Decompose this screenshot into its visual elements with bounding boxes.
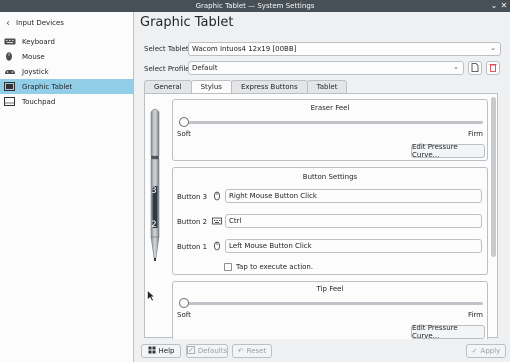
sidebar-item-joystick[interactable]: Joystick bbox=[0, 64, 133, 79]
apply-button-label: Apply bbox=[480, 347, 501, 355]
joystick-icon bbox=[4, 67, 16, 76]
close-icon[interactable]: ✕ bbox=[499, 1, 509, 11]
checkmark-icon: ✓ bbox=[471, 347, 478, 355]
defaults-button-label: Defaults bbox=[197, 347, 228, 355]
button-settings-group: Button Settings Button 3 Right Mouse But… bbox=[172, 167, 488, 275]
mouse-icon bbox=[213, 241, 221, 253]
apply-button[interactable]: ✓ Apply bbox=[466, 344, 506, 358]
tablet-icon bbox=[4, 82, 16, 91]
select-profile-combo[interactable]: Default ⌄ bbox=[188, 61, 464, 75]
sidebar-item-keyboard[interactable]: Keyboard bbox=[0, 34, 133, 49]
pen-button-2-number: 2 bbox=[151, 220, 157, 230]
sidebar-header-label: Input Devices bbox=[16, 19, 64, 27]
sidebar-item-touchpad[interactable]: Touchpad bbox=[0, 94, 133, 109]
eraser-firm-label: Firm bbox=[467, 130, 483, 138]
select-tablet-combo[interactable]: Wacom Intuos4 12x19 [00BB] ⌄ bbox=[188, 42, 501, 56]
help-icon bbox=[148, 346, 156, 356]
back-arrow-icon[interactable]: ‹ bbox=[6, 18, 10, 29]
tip-edit-pressure-curve-button[interactable]: Edit Pressure Curve... bbox=[411, 324, 485, 340]
defaults-icon bbox=[186, 346, 195, 356]
minimize-icon[interactable]: ⌄ bbox=[489, 1, 499, 11]
tip-soft-label: Soft bbox=[177, 311, 191, 319]
pen-button-3-number: 3 bbox=[151, 186, 157, 196]
button-2-label: Button 2 bbox=[177, 218, 208, 226]
button-3-action-field[interactable]: Right Mouse Button Click bbox=[225, 189, 482, 203]
select-profile-value: Default bbox=[192, 64, 218, 72]
keyboard-icon bbox=[212, 216, 222, 228]
eraser-slider-track[interactable] bbox=[179, 121, 483, 124]
page-title: Graphic Tablet bbox=[140, 15, 234, 30]
eraser-feel-group: Eraser Feel Soft Firm Edit Pressure Curv… bbox=[172, 99, 488, 161]
button-1-label: Button 1 bbox=[177, 243, 208, 251]
mouse-icon bbox=[213, 191, 221, 203]
tab-bar: General Stylus Express Buttons Tablet bbox=[144, 80, 348, 93]
tab-general[interactable]: General bbox=[144, 80, 192, 93]
reset-button-label: Reset bbox=[246, 347, 267, 355]
button-2-action-value: Ctrl bbox=[229, 217, 242, 225]
select-profile-label: Select Profile: bbox=[144, 65, 192, 73]
help-button-label: Help bbox=[158, 347, 175, 355]
button-3-action-value: Right Mouse Button Click bbox=[229, 192, 317, 200]
eraser-edit-pressure-curve-button[interactable]: Edit Pressure Curve... bbox=[411, 143, 485, 159]
sidebar-item-label: Joystick bbox=[22, 67, 49, 76]
tip-slider-track[interactable] bbox=[179, 302, 483, 305]
sidebar-item-graphic-tablet[interactable]: Graphic Tablet bbox=[0, 79, 133, 94]
window-title: Graphic Tablet — System Settings bbox=[195, 2, 315, 10]
touchpad-icon bbox=[4, 97, 16, 106]
eraser-feel-title: Eraser Feel bbox=[310, 104, 350, 112]
mouse-icon bbox=[4, 52, 16, 61]
new-profile-button[interactable] bbox=[468, 61, 482, 75]
tip-slider-handle[interactable] bbox=[179, 298, 189, 308]
document-new-icon bbox=[471, 62, 479, 74]
button-1-action-value: Left Mouse Button Click bbox=[229, 242, 312, 250]
help-button[interactable]: Help bbox=[141, 344, 181, 358]
tap-to-execute-checkbox[interactable] bbox=[224, 263, 232, 271]
tab-express-buttons[interactable]: Express Buttons bbox=[230, 80, 308, 93]
eraser-slider-handle[interactable] bbox=[179, 117, 189, 127]
stylus-pen-image bbox=[150, 108, 160, 261]
sidebar: ‹ Input Devices Keyboard Mouse Joystick … bbox=[0, 12, 134, 362]
panel-scrollbar[interactable] bbox=[491, 97, 496, 257]
tip-feel-group: Tip Feel Soft Firm Edit Pressure Curve..… bbox=[172, 281, 488, 340]
select-tablet-label: Select Tablet: bbox=[144, 45, 192, 53]
tab-tablet[interactable]: Tablet bbox=[306, 80, 348, 93]
defaults-button[interactable]: Defaults bbox=[186, 344, 228, 358]
select-tablet-value: Wacom Intuos4 12x19 [00BB] bbox=[192, 45, 297, 53]
sidebar-item-label: Touchpad bbox=[22, 97, 56, 106]
tip-firm-label: Firm bbox=[467, 311, 483, 319]
window-titlebar: Graphic Tablet — System Settings ⌄ ✕ bbox=[0, 0, 510, 12]
trash-icon bbox=[489, 63, 497, 74]
sidebar-item-label: Keyboard bbox=[22, 37, 55, 46]
button-settings-title: Button Settings bbox=[302, 173, 358, 181]
tab-stylus[interactable]: Stylus bbox=[190, 80, 232, 93]
keyboard-icon bbox=[4, 37, 16, 46]
sidebar-header[interactable]: ‹ Input Devices bbox=[0, 12, 133, 34]
button-1-action-field[interactable]: Left Mouse Button Click bbox=[225, 239, 482, 253]
mouse-cursor-icon bbox=[147, 290, 155, 302]
sidebar-item-label: Mouse bbox=[22, 52, 45, 61]
delete-profile-button[interactable] bbox=[486, 61, 500, 75]
undo-icon: ↶ bbox=[237, 347, 244, 355]
button-2-action-field[interactable]: Ctrl bbox=[225, 214, 482, 228]
sidebar-item-mouse[interactable]: Mouse bbox=[0, 49, 133, 64]
chevron-down-icon: ⌄ bbox=[453, 63, 459, 71]
button-3-label: Button 3 bbox=[177, 193, 208, 201]
sidebar-item-label: Graphic Tablet bbox=[22, 82, 73, 91]
reset-button[interactable]: ↶ Reset bbox=[232, 344, 272, 358]
eraser-soft-label: Soft bbox=[177, 130, 191, 138]
tap-to-execute-label: Tap to execute action. bbox=[236, 263, 314, 271]
tip-feel-title: Tip Feel bbox=[316, 285, 344, 293]
stylus-panel: 3 2 Eraser Feel Soft Firm Edit Pressure … bbox=[144, 93, 498, 340]
chevron-down-icon: ⌄ bbox=[490, 44, 496, 52]
